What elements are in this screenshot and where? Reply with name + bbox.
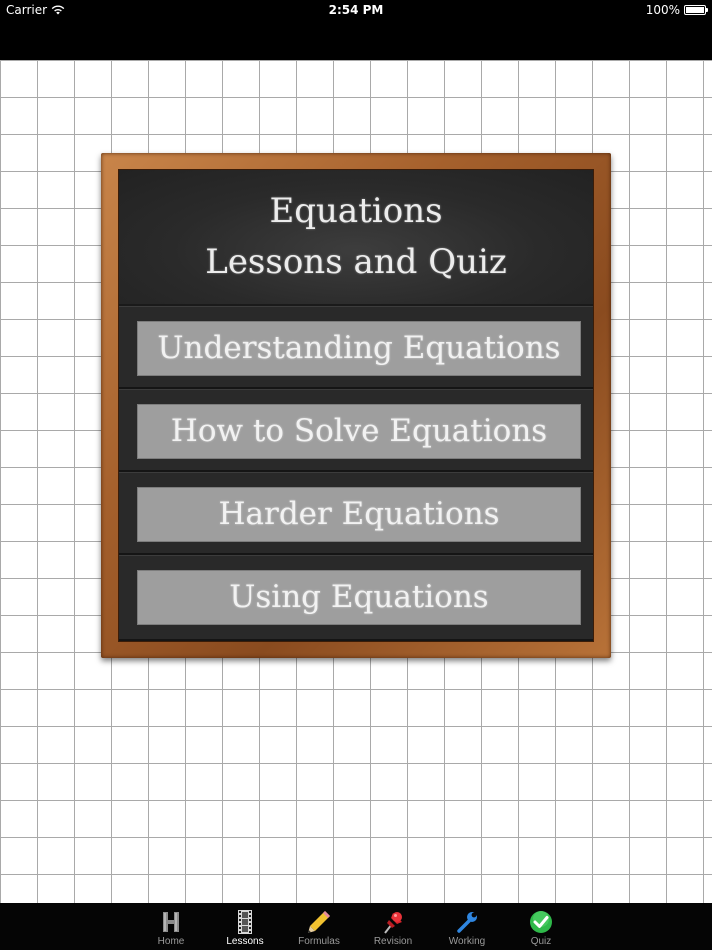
pushpin-icon bbox=[384, 912, 402, 934]
status-bar: Carrier 2:54 PM 100% bbox=[0, 0, 712, 20]
home-h-icon bbox=[163, 912, 179, 932]
tab-working[interactable]: Working bbox=[430, 903, 504, 950]
tab-lessons[interactable]: Lessons bbox=[208, 903, 282, 950]
pencil-icon bbox=[308, 911, 330, 933]
tab-label: Revision bbox=[373, 936, 413, 947]
battery-percent: 100% bbox=[645, 3, 680, 17]
chalkboard-frame: Equations Lessons and Quiz Understanding… bbox=[101, 153, 611, 658]
board-title: Equations Lessons and Quiz bbox=[119, 170, 593, 306]
tab-label: Working bbox=[448, 936, 486, 947]
board-title-line-2: Lessons and Quiz bbox=[205, 242, 507, 282]
lesson-button-harder-equations[interactable]: Harder Equations bbox=[137, 487, 581, 542]
tab-label: Home bbox=[157, 936, 185, 947]
tab-label: Lessons bbox=[226, 936, 264, 947]
lesson-row: Using Equations bbox=[119, 555, 593, 641]
top-bar: Carrier 2:54 PM 100% bbox=[0, 0, 712, 60]
film-strip-icon bbox=[238, 910, 252, 934]
status-time: 2:54 PM bbox=[328, 3, 384, 17]
tab-home[interactable]: Home bbox=[134, 903, 208, 950]
tab-label: Formulas bbox=[298, 936, 340, 947]
lesson-row: How to Solve Equations bbox=[119, 389, 593, 472]
lesson-button-understanding-equations[interactable]: Understanding Equations bbox=[137, 321, 581, 376]
battery-icon bbox=[684, 5, 708, 15]
lesson-row: Harder Equations bbox=[119, 472, 593, 555]
battery-group: 100% bbox=[645, 0, 708, 20]
wrench-icon bbox=[457, 911, 479, 933]
lesson-button-using-equations[interactable]: Using Equations bbox=[137, 570, 581, 625]
lesson-row: Understanding Equations bbox=[119, 306, 593, 389]
tab-quiz[interactable]: Quiz bbox=[504, 903, 578, 950]
checkmark-icon bbox=[530, 911, 552, 933]
chalkboard: Equations Lessons and Quiz Understanding… bbox=[118, 169, 594, 642]
tab-revision[interactable]: Revision bbox=[356, 903, 430, 950]
tab-label: Quiz bbox=[530, 936, 552, 947]
lesson-button-how-to-solve-equations[interactable]: How to Solve Equations bbox=[137, 404, 581, 459]
tab-bar: Home Lessons Formulas Revision Working Q… bbox=[0, 903, 712, 950]
board-title-line-1: Equations bbox=[269, 191, 443, 231]
tab-formulas[interactable]: Formulas bbox=[282, 903, 356, 950]
